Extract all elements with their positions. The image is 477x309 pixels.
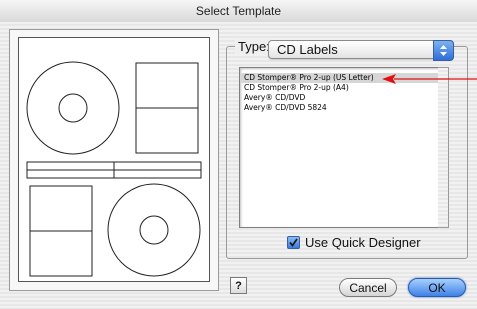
template-preview: [18, 37, 210, 282]
insert-top-2: [135, 107, 199, 154]
template-list-scrollbar[interactable]: [438, 67, 449, 228]
list-item[interactable]: Avery® CD/DVD 5824: [240, 103, 439, 113]
annotation-arrow-icon: [382, 74, 477, 84]
insert-top-1: [135, 62, 199, 109]
insert-bottom-1: [29, 185, 93, 232]
popup-arrows-icon: [433, 40, 454, 61]
cd-label-top-outer: [26, 61, 120, 155]
quick-designer-checkbox-row[interactable]: Use Quick Designer: [287, 235, 421, 250]
cancel-button[interactable]: Cancel: [339, 278, 397, 297]
checkmark-icon: [289, 238, 298, 247]
type-popup-value: CD Labels: [277, 42, 338, 57]
cd-label-bottom-outer: [107, 183, 201, 277]
quick-designer-checkbox[interactable]: [287, 236, 300, 249]
cd-label-top-hole: [58, 93, 88, 123]
window-title: Select Template: [195, 4, 282, 18]
help-button[interactable]: ?: [230, 277, 247, 294]
cd-label-bottom-hole: [139, 215, 169, 245]
quick-designer-label: Use Quick Designer: [305, 235, 421, 250]
ok-button[interactable]: OK: [408, 278, 466, 297]
cd-label-layout-drawing: [26, 61, 202, 277]
type-popup-menu[interactable]: CD Labels: [268, 40, 454, 61]
insert-bottom-2: [29, 230, 93, 277]
window-titlebar: Select Template: [0, 0, 477, 23]
list-item[interactable]: Avery® CD/DVD: [240, 93, 439, 103]
template-list[interactable]: CD Stomper® Pro 2-up (US Letter) CD Stom…: [239, 67, 440, 228]
